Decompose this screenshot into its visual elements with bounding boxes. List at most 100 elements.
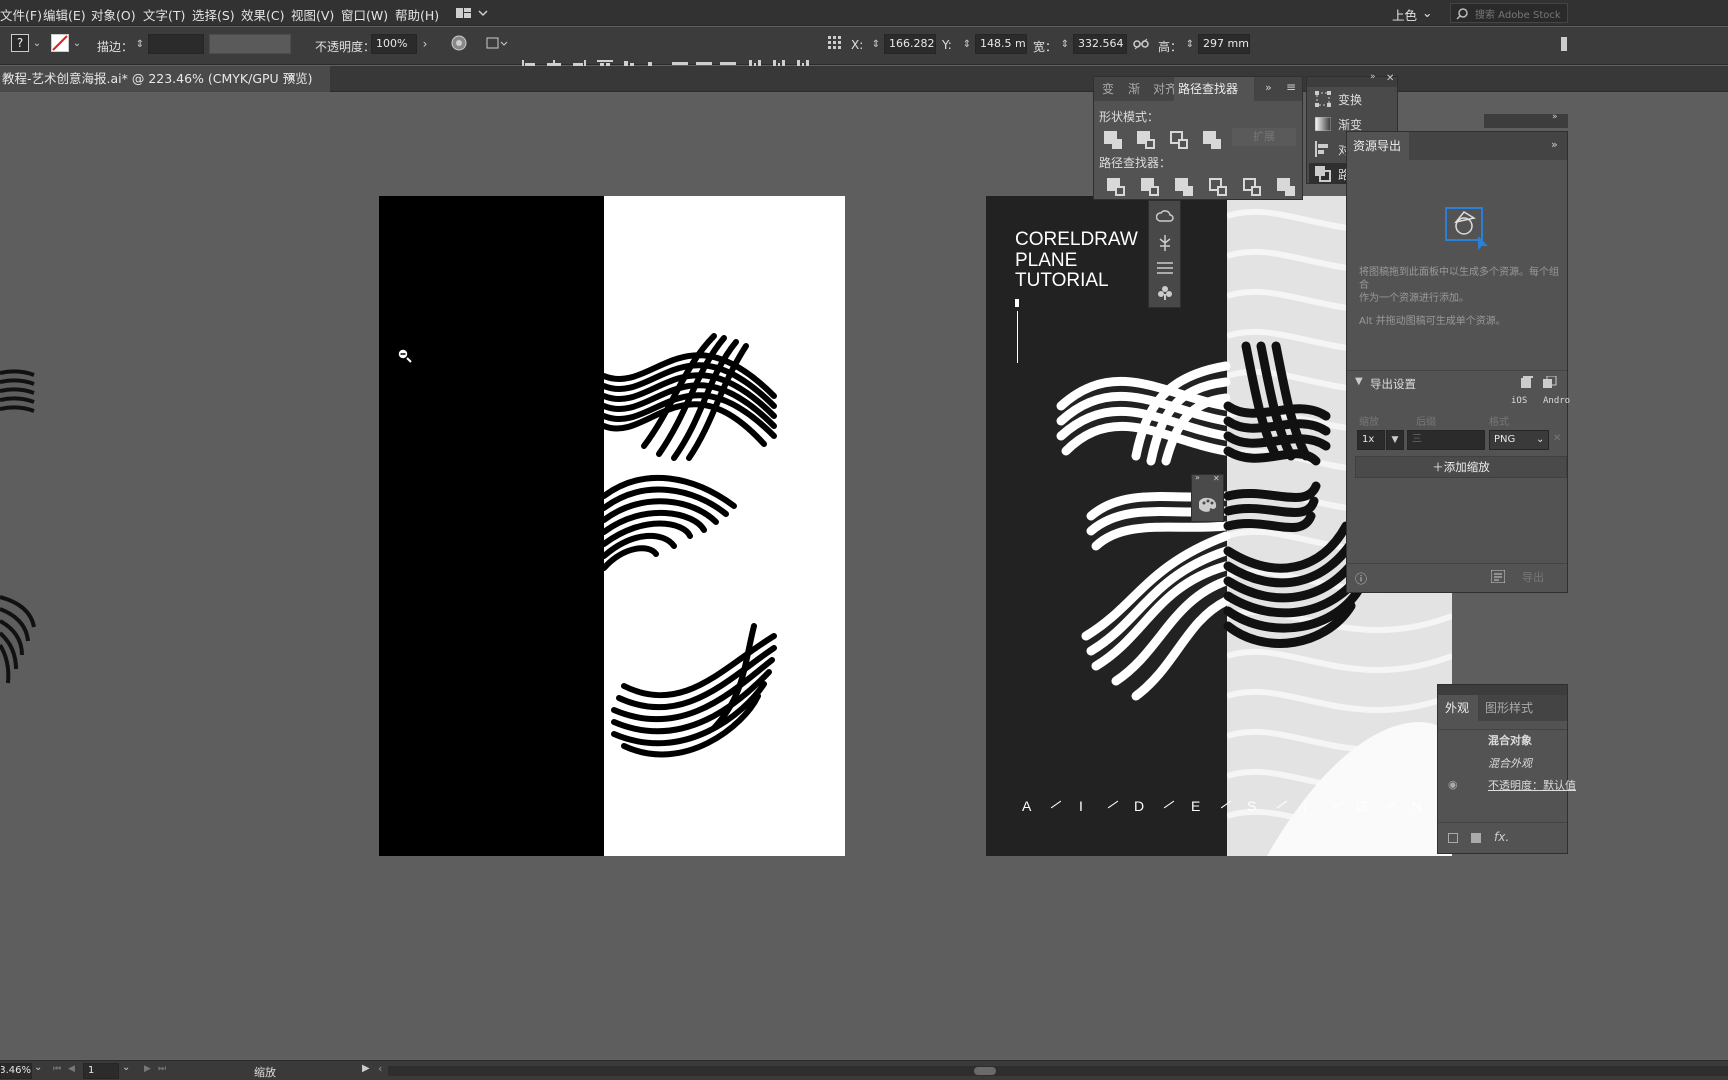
menu-view[interactable]: 视图(V) bbox=[291, 5, 334, 24]
chevron-down-icon[interactable]: ⌄ bbox=[34, 1062, 42, 1073]
palette-icon[interactable] bbox=[1199, 497, 1217, 513]
symbols-club-icon[interactable] bbox=[1157, 285, 1173, 301]
close-icon[interactable]: ✕ bbox=[1386, 73, 1394, 84]
scrollbar-thumb[interactable] bbox=[974, 1067, 996, 1075]
gradient-icon[interactable] bbox=[1315, 117, 1331, 131]
triangle-down-icon[interactable]: ▼ bbox=[1355, 376, 1363, 387]
crop-icon[interactable] bbox=[1206, 175, 1227, 196]
status-menu-icon[interactable]: ▶ bbox=[362, 1063, 370, 1074]
collapse-icon[interactable]: » bbox=[1195, 473, 1200, 482]
export-button[interactable]: 导出 bbox=[1522, 569, 1544, 585]
panel-menu-icon[interactable] bbox=[1558, 35, 1570, 53]
tab-appearance[interactable]: 外观 bbox=[1438, 695, 1478, 721]
expand-button[interactable]: 扩展 bbox=[1232, 128, 1296, 146]
reference-point-icon[interactable] bbox=[826, 33, 844, 53]
workspace-switcher-icon[interactable] bbox=[454, 4, 490, 22]
unite-icon[interactable] bbox=[1101, 128, 1122, 149]
stepper-icon[interactable]: ⇕ bbox=[1184, 35, 1196, 53]
close-icon[interactable]: × bbox=[286, 66, 297, 92]
merge-icon[interactable] bbox=[1172, 175, 1193, 196]
stepper-icon[interactable]: ⇕ bbox=[870, 35, 882, 53]
stepper-icon[interactable]: ⇕ bbox=[134, 35, 146, 53]
opacity-field[interactable]: 100% bbox=[371, 34, 417, 54]
stroke-lines-icon[interactable] bbox=[1157, 261, 1173, 275]
stroke-swatch[interactable] bbox=[51, 34, 69, 52]
menu-help[interactable]: 帮助(H) bbox=[395, 5, 439, 24]
chevron-down-icon[interactable]: ⌄ bbox=[122, 1062, 130, 1073]
menu-icon[interactable]: ≡ bbox=[1286, 80, 1296, 94]
artboard-number-field[interactable]: 1 bbox=[83, 1063, 119, 1079]
add-scale-button[interactable]: ＋添加缩放 bbox=[1355, 456, 1567, 478]
trim-icon[interactable] bbox=[1138, 175, 1159, 196]
android-preset-icon[interactable] bbox=[1543, 376, 1557, 388]
menu-object[interactable]: 对象(O) bbox=[91, 5, 136, 24]
panel-item-transform[interactable]: 变换 bbox=[1338, 91, 1362, 108]
pathfinder-icon[interactable] bbox=[1315, 166, 1331, 182]
add-effect-fx-icon[interactable]: fx. bbox=[1494, 830, 1509, 844]
chevron-right-icon[interactable]: › bbox=[419, 35, 431, 53]
document-tab[interactable]: 教程-艺术创意海报.ai* @ 223.46% (CMYK/GPU 预览) × bbox=[0, 66, 330, 92]
next-artboard-icon[interactable]: ▶ bbox=[144, 1064, 151, 1074]
first-artboard-icon[interactable]: ⏮ bbox=[53, 1064, 61, 1074]
x-field[interactable]: 166.282 n bbox=[884, 34, 936, 54]
stroke-profile-dropdown[interactable] bbox=[209, 34, 291, 54]
ios-preset-icon[interactable] bbox=[1521, 376, 1533, 388]
scale-field[interactable]: 1x bbox=[1357, 430, 1385, 450]
tab-pathfinder[interactable]: 路径查找器 bbox=[1174, 77, 1254, 101]
add-fill-icon[interactable] bbox=[1471, 833, 1481, 843]
artboard-left[interactable] bbox=[379, 196, 845, 856]
menu-file[interactable]: 文件(F) bbox=[0, 5, 42, 24]
suffix-field[interactable]: 三 bbox=[1407, 430, 1485, 450]
menu-select[interactable]: 选择(S) bbox=[192, 5, 235, 24]
menu-effect[interactable]: 效果(C) bbox=[241, 5, 284, 24]
minus-front-icon[interactable] bbox=[1134, 128, 1155, 149]
appearance-opacity-row[interactable]: 不透明度：默认值 bbox=[1488, 777, 1576, 793]
stepper-icon[interactable]: ⇕ bbox=[1059, 35, 1071, 53]
workspace-label[interactable]: 上色 bbox=[1392, 5, 1417, 24]
puppet-warp-icon[interactable] bbox=[1157, 234, 1173, 252]
menu-type[interactable]: 文字(T) bbox=[143, 5, 185, 24]
creative-cloud-icon[interactable] bbox=[1156, 209, 1174, 225]
last-artboard-icon[interactable]: ⏭ bbox=[158, 1064, 166, 1074]
exclude-icon[interactable] bbox=[1200, 128, 1221, 149]
info-icon[interactable]: ⓘ bbox=[1355, 570, 1367, 587]
link-proportions-icon[interactable] bbox=[1132, 35, 1150, 53]
chevron-down-icon[interactable]: ⌄ bbox=[1422, 5, 1432, 20]
add-stroke-icon[interactable] bbox=[1448, 833, 1458, 843]
chevron-down-icon[interactable]: ⌄ bbox=[72, 36, 82, 50]
zoom-level-field[interactable]: 223.46% bbox=[0, 1063, 32, 1079]
close-icon[interactable]: ✕ bbox=[1213, 474, 1220, 483]
scale-dropdown-icon[interactable]: ▼ bbox=[1386, 430, 1404, 450]
align-to-icon[interactable] bbox=[485, 34, 509, 52]
collapse-icon[interactable]: » bbox=[1265, 81, 1272, 94]
intersect-icon[interactable] bbox=[1167, 128, 1188, 149]
tab-graphic-styles[interactable]: 图形样式 bbox=[1485, 695, 1533, 721]
fill-swatch[interactable]: ? bbox=[11, 34, 29, 52]
prev-artboard-icon[interactable]: ◀ bbox=[68, 1064, 75, 1074]
align-icon[interactable] bbox=[1315, 141, 1331, 157]
y-field[interactable]: 148.5 mm bbox=[975, 34, 1027, 54]
format-select[interactable]: PNG ⌄ bbox=[1489, 430, 1549, 450]
stepper-icon[interactable]: ⇕ bbox=[961, 35, 973, 53]
visibility-eye-icon[interactable]: ◉ bbox=[1448, 778, 1458, 791]
collapse-icon[interactable]: » bbox=[1551, 138, 1558, 151]
remove-icon[interactable]: ✕ bbox=[1553, 433, 1561, 444]
horizontal-scrollbar[interactable] bbox=[388, 1066, 1728, 1076]
menu-window[interactable]: 窗口(W) bbox=[341, 5, 388, 24]
tab-asset-export[interactable]: 资源导出 bbox=[1347, 132, 1409, 160]
scroll-left-icon[interactable]: ‹ bbox=[378, 1062, 382, 1075]
menu-edit[interactable]: 编辑(E) bbox=[43, 5, 86, 24]
recolor-icon[interactable] bbox=[450, 34, 468, 52]
minus-back-icon[interactable] bbox=[1274, 175, 1295, 196]
collapse-icon[interactable]: » bbox=[1552, 112, 1558, 122]
divide-icon[interactable] bbox=[1104, 175, 1125, 196]
stock-search-field[interactable]: 搜索 Adobe Stock bbox=[1450, 3, 1568, 23]
width-field[interactable]: 332.564 n bbox=[1073, 34, 1127, 54]
height-field[interactable]: 297 mm bbox=[1198, 34, 1250, 54]
outline-icon[interactable] bbox=[1240, 175, 1261, 196]
export-for-screens-icon[interactable] bbox=[1491, 570, 1505, 583]
stroke-weight-field[interactable] bbox=[148, 34, 204, 54]
tab-gradient[interactable]: 渐 bbox=[1128, 77, 1140, 101]
collapse-icon[interactable]: » bbox=[1370, 72, 1376, 82]
chevron-down-icon[interactable]: ⌄ bbox=[32, 36, 42, 50]
